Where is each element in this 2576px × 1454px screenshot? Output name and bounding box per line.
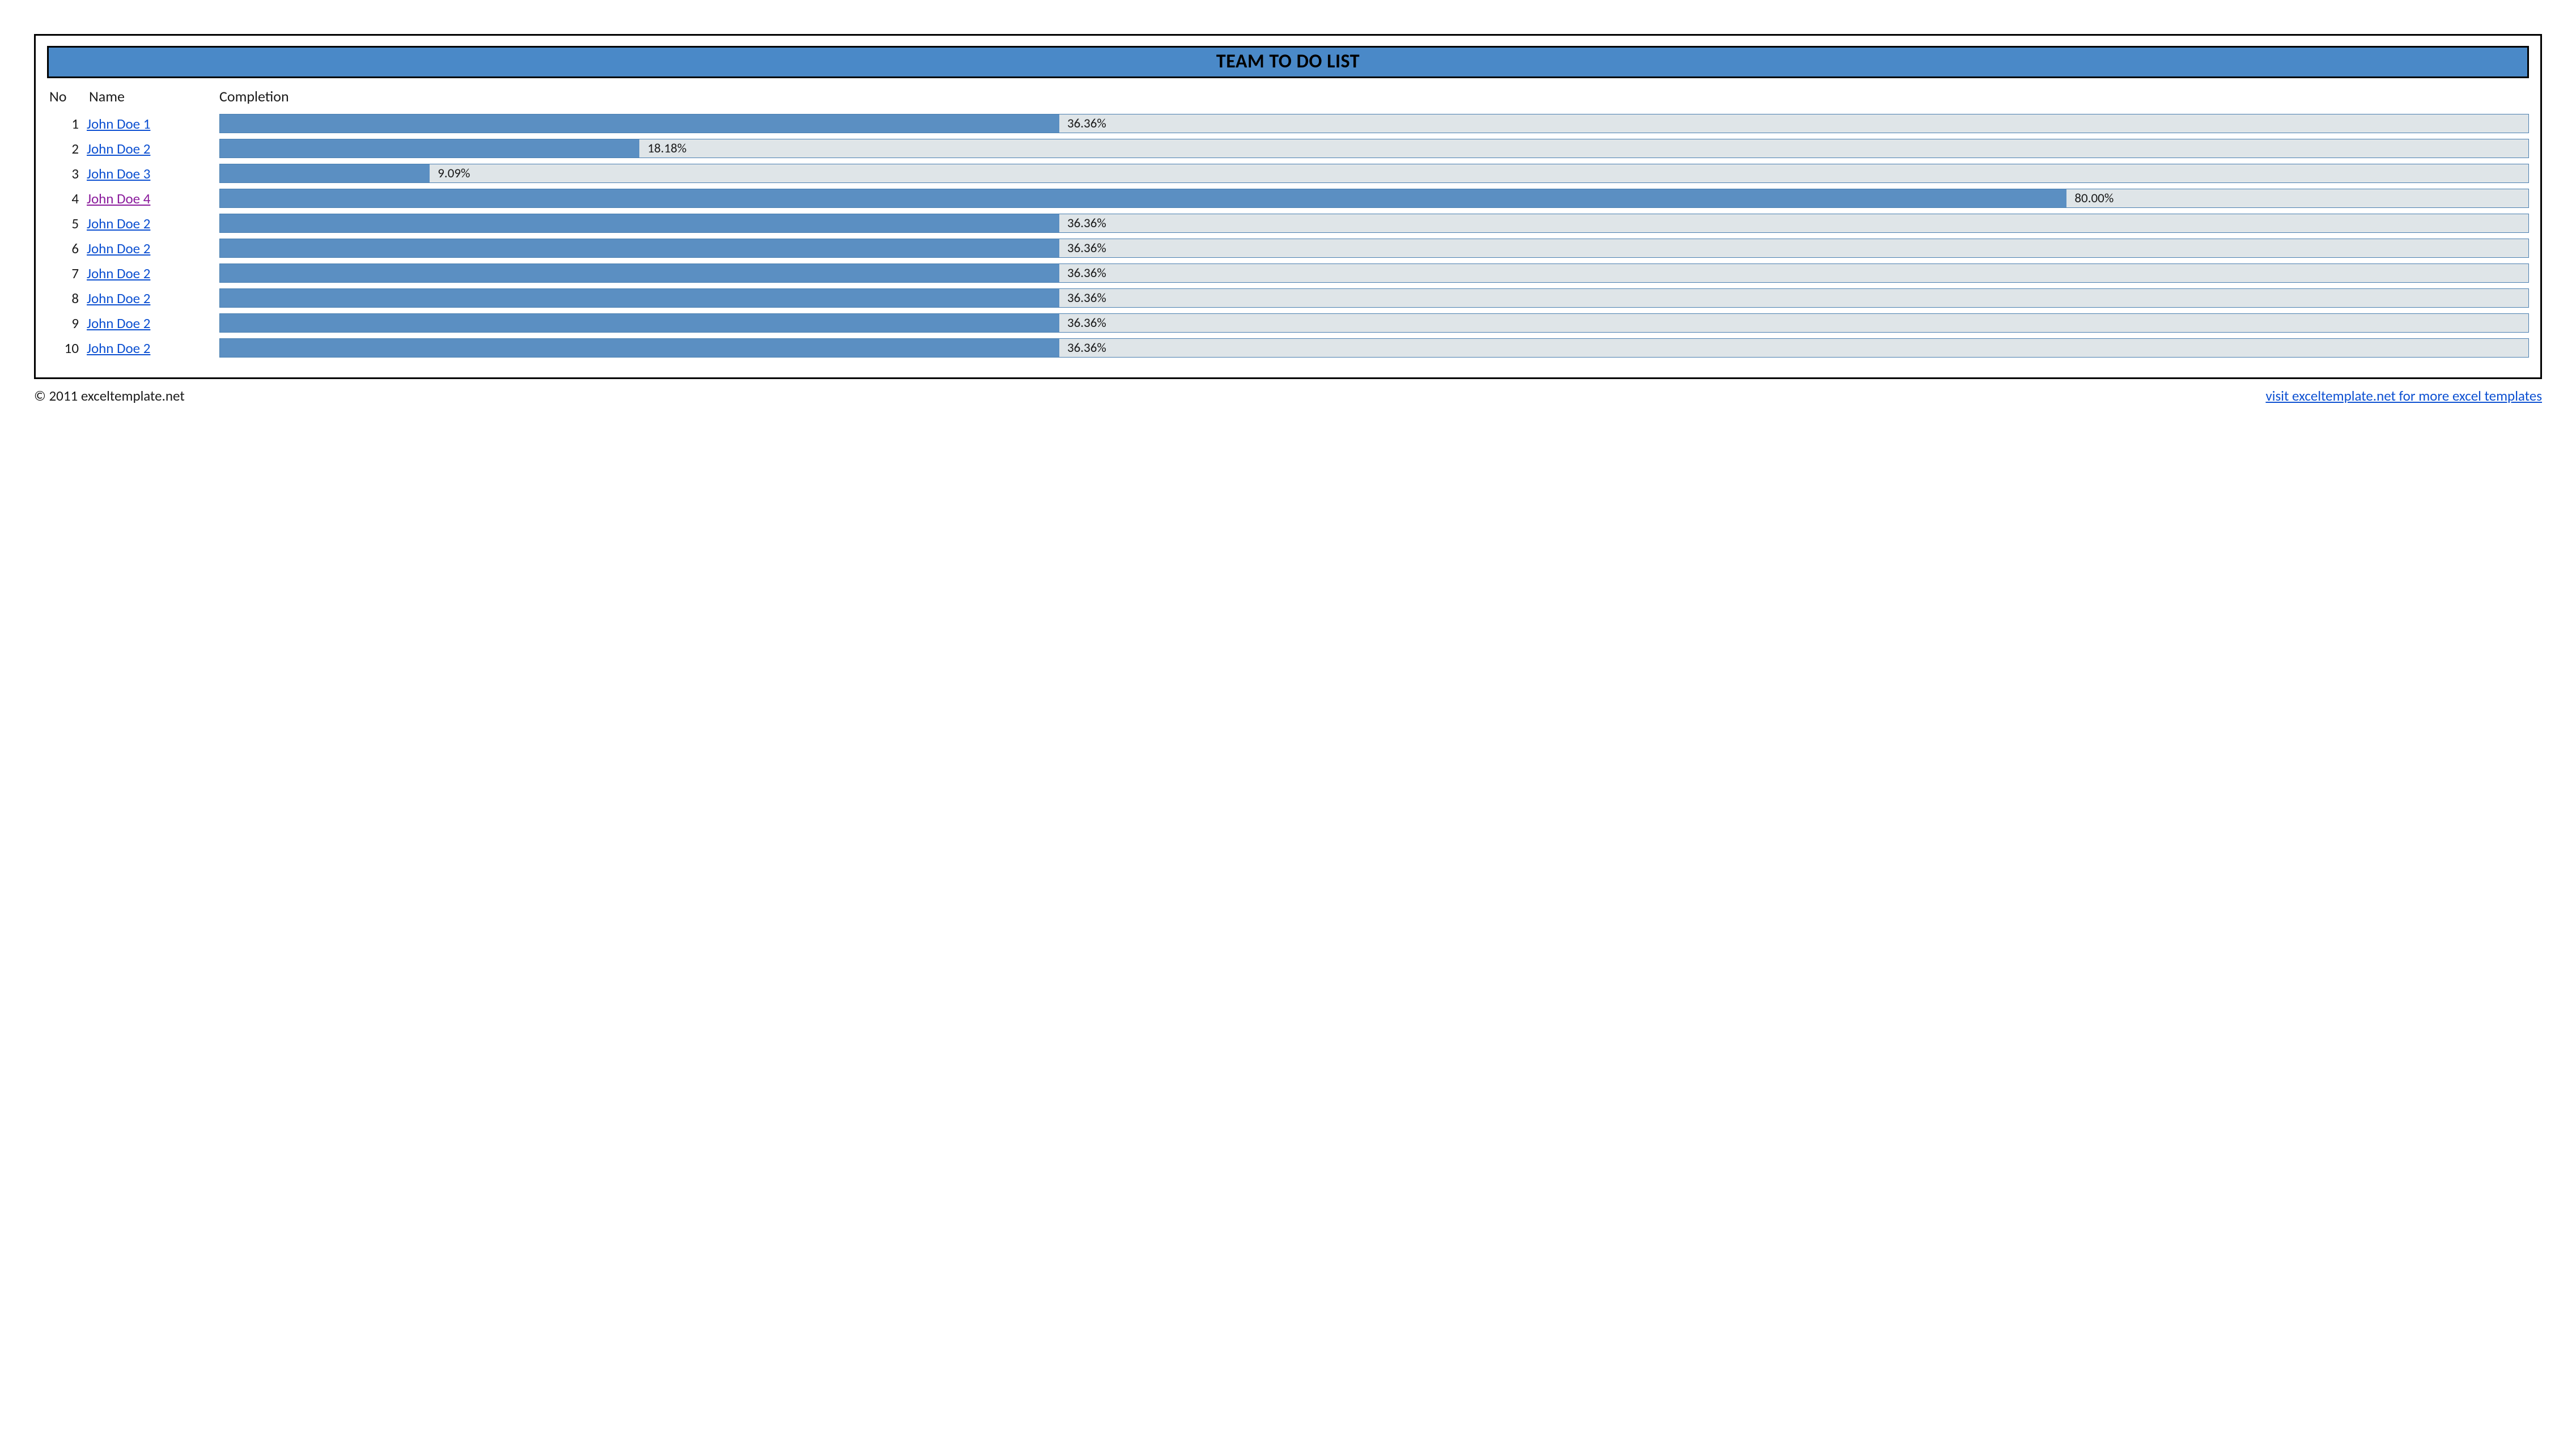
completion-bar-label: 80.00% bbox=[2066, 190, 2114, 206]
completion-bar: 36.36% bbox=[219, 288, 2529, 308]
row-name-cell: John Doe 2 bbox=[87, 211, 211, 236]
chart-frame: TEAM TO DO LIST No Name Completion 1John… bbox=[34, 34, 2542, 379]
name-link[interactable]: John Doe 2 bbox=[87, 215, 150, 232]
completion-bar: 36.36% bbox=[219, 263, 2529, 283]
completion-bar: 9.09% bbox=[219, 164, 2529, 183]
completion-bar-fill bbox=[220, 139, 639, 158]
row-number: 9 bbox=[47, 311, 87, 335]
name-link[interactable]: John Doe 1 bbox=[87, 115, 150, 133]
col-header-no: No bbox=[47, 84, 87, 111]
name-link[interactable]: John Doe 3 bbox=[87, 165, 150, 182]
row-name-cell: John Doe 2 bbox=[87, 286, 211, 311]
completion-bar: 36.36% bbox=[219, 214, 2529, 233]
footer-link-wrap: visit exceltemplate.net for more excel t… bbox=[2265, 387, 2542, 405]
row-bar-cell: 18.18% bbox=[211, 136, 2529, 161]
title-bar: TEAM TO DO LIST bbox=[47, 46, 2529, 78]
row-number: 5 bbox=[47, 211, 87, 236]
completion-bar-label: 9.09% bbox=[430, 165, 470, 181]
completion-bar-label: 36.36% bbox=[1059, 340, 1106, 356]
data-grid: No Name Completion 1John Doe 136.36%2Joh… bbox=[47, 84, 2529, 360]
completion-bar-label: 36.36% bbox=[1059, 265, 1106, 281]
completion-bar-fill bbox=[220, 264, 1059, 282]
row-name-cell: John Doe 1 bbox=[87, 112, 211, 136]
name-link[interactable]: John Doe 2 bbox=[87, 339, 150, 357]
row-bar-cell: 36.36% bbox=[211, 261, 2529, 286]
footer: © 2011 exceltemplate.net visit exceltemp… bbox=[34, 387, 2542, 405]
completion-bar-label: 36.36% bbox=[1059, 215, 1106, 231]
row-number: 7 bbox=[47, 261, 87, 286]
name-link[interactable]: John Doe 2 bbox=[87, 314, 150, 332]
name-link[interactable]: John Doe 2 bbox=[87, 140, 150, 158]
completion-bar-fill bbox=[220, 214, 1059, 232]
completion-bar-fill bbox=[220, 289, 1059, 307]
row-bar-cell: 36.36% bbox=[211, 335, 2529, 360]
completion-bar-fill bbox=[220, 164, 430, 182]
completion-bar-label: 36.36% bbox=[1059, 315, 1106, 331]
row-number: 2 bbox=[47, 137, 87, 161]
copyright-text: © 2011 exceltemplate.net bbox=[34, 387, 185, 405]
row-bar-cell: 36.36% bbox=[211, 111, 2529, 136]
col-header-completion: Completion bbox=[211, 84, 2529, 111]
row-name-cell: John Doe 2 bbox=[87, 311, 211, 335]
row-number: 8 bbox=[47, 286, 87, 311]
completion-bar: 80.00% bbox=[219, 189, 2529, 208]
completion-bar-label: 36.36% bbox=[1059, 240, 1106, 256]
completion-bar-label: 18.18% bbox=[639, 141, 686, 156]
row-bar-cell: 36.36% bbox=[211, 211, 2529, 236]
row-name-cell: John Doe 2 bbox=[87, 336, 211, 360]
completion-bar-fill bbox=[220, 339, 1059, 357]
completion-bar: 36.36% bbox=[219, 313, 2529, 333]
row-bar-cell: 36.36% bbox=[211, 311, 2529, 335]
completion-bar: 18.18% bbox=[219, 139, 2529, 158]
row-bar-cell: 80.00% bbox=[211, 186, 2529, 211]
row-name-cell: John Doe 3 bbox=[87, 161, 211, 186]
completion-bar-fill bbox=[220, 314, 1059, 332]
row-number: 4 bbox=[47, 186, 87, 211]
name-link[interactable]: John Doe 2 bbox=[87, 290, 150, 307]
col-header-name: Name bbox=[87, 84, 211, 111]
completion-bar-fill bbox=[220, 114, 1059, 133]
completion-bar: 36.36% bbox=[219, 338, 2529, 358]
row-number: 1 bbox=[47, 112, 87, 136]
name-link[interactable]: John Doe 4 bbox=[87, 190, 150, 207]
row-bar-cell: 9.09% bbox=[211, 161, 2529, 186]
row-number: 3 bbox=[47, 161, 87, 186]
row-name-cell: John Doe 2 bbox=[87, 137, 211, 161]
row-name-cell: John Doe 4 bbox=[87, 186, 211, 211]
name-link[interactable]: John Doe 2 bbox=[87, 240, 150, 257]
row-number: 10 bbox=[47, 336, 87, 360]
footer-link[interactable]: visit exceltemplate.net for more excel t… bbox=[2265, 387, 2542, 405]
row-name-cell: John Doe 2 bbox=[87, 236, 211, 261]
completion-bar-fill bbox=[220, 239, 1059, 257]
name-link[interactable]: John Doe 2 bbox=[87, 265, 150, 282]
row-bar-cell: 36.36% bbox=[211, 236, 2529, 261]
row-number: 6 bbox=[47, 236, 87, 261]
row-name-cell: John Doe 2 bbox=[87, 261, 211, 286]
completion-bar-label: 36.36% bbox=[1059, 116, 1106, 131]
completion-bar: 36.36% bbox=[219, 114, 2529, 133]
row-bar-cell: 36.36% bbox=[211, 286, 2529, 311]
completion-bar-label: 36.36% bbox=[1059, 290, 1106, 306]
completion-bar: 36.36% bbox=[219, 239, 2529, 258]
completion-bar-fill bbox=[220, 189, 2066, 207]
